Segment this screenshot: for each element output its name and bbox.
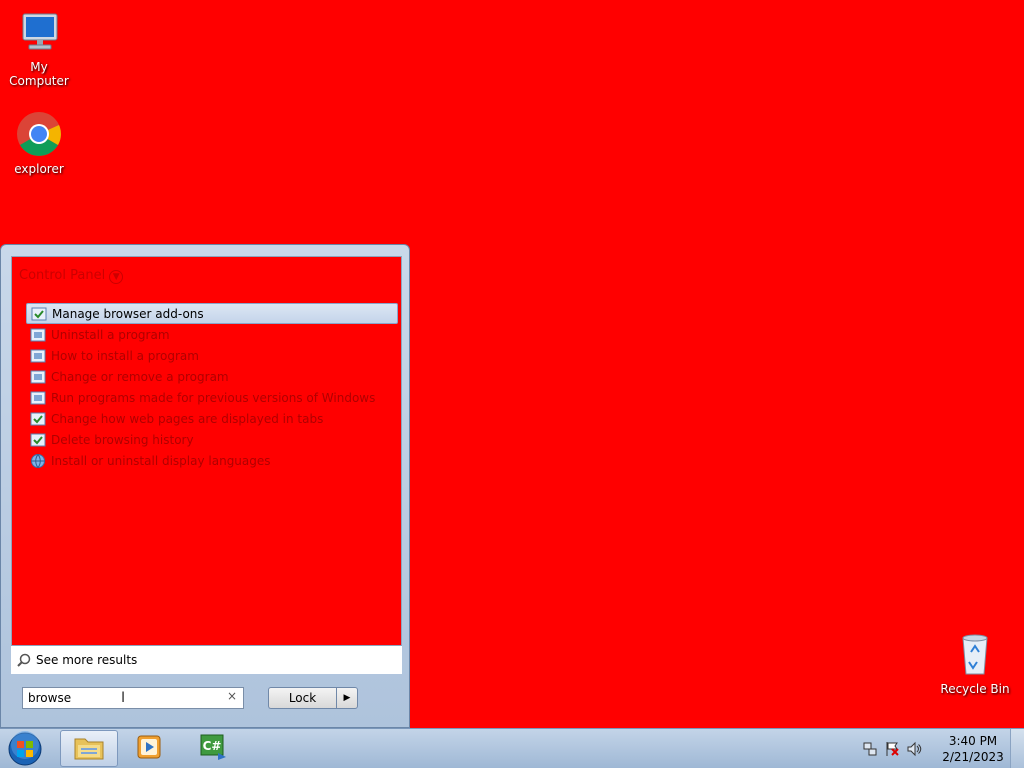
folder-icon [73, 733, 105, 764]
result-label: Change or remove a program [51, 369, 229, 384]
volume-icon[interactable] [906, 741, 922, 757]
csharp-icon: C# [198, 733, 228, 764]
control-panel-icon [30, 411, 46, 427]
taskbar-button-media-player[interactable] [120, 730, 178, 767]
shutdown-options-arrow-button[interactable]: ▶ [336, 687, 358, 709]
chevron-down-icon: ▼ [109, 270, 124, 284]
result-item-uninstall-a-program[interactable]: Uninstall a program [26, 324, 398, 345]
result-item-install-uninstall-display-languages[interactable]: Install or uninstall display languages [26, 450, 398, 471]
control-panel-icon [30, 369, 46, 385]
see-more-results-link[interactable]: See more results [11, 646, 402, 674]
desktop-icon-label: explorer [14, 162, 64, 176]
system-tray [862, 729, 922, 768]
control-panel-icon [30, 390, 46, 406]
desktop-icon-my-computer[interactable]: My Computer [0, 8, 79, 88]
start-menu: Control Panel ▼ Manage browser add-ons Un… [0, 244, 410, 728]
text-cursor-icon: I [121, 690, 126, 706]
result-label: Change how web pages are displayed in ta… [51, 411, 324, 426]
windows-logo-icon [8, 731, 42, 766]
taskbar: C# 3:40 PM 2/21/2023 [0, 728, 1024, 768]
taskbar-button-csharp[interactable]: C# [184, 730, 242, 767]
taskbar-clock[interactable]: 3:40 PM 2/21/2023 [940, 733, 1006, 765]
result-item-change-or-remove-a-program[interactable]: Change or remove a program [26, 366, 398, 387]
start-button[interactable] [6, 731, 44, 767]
result-label: Uninstall a program [51, 327, 170, 342]
search-input-value: browse [28, 691, 72, 705]
lock-button[interactable]: Lock [268, 687, 336, 709]
taskbar-button-windows-explorer[interactable] [60, 730, 118, 767]
see-more-label: See more results [36, 653, 138, 667]
search-icon [17, 653, 31, 667]
computer-icon [15, 8, 63, 56]
control-panel-icon [30, 348, 46, 364]
result-item-delete-browsing-history[interactable]: Delete browsing history [26, 429, 398, 450]
result-label: Manage browser add-ons [52, 306, 204, 321]
globe-icon [30, 453, 46, 469]
result-label: Install or uninstall display languages [51, 453, 271, 468]
search-input[interactable]: browse I × [22, 687, 244, 709]
control-panel-icon [30, 327, 46, 343]
control-panel-icon [30, 432, 46, 448]
result-label: How to install a program [51, 348, 199, 363]
desktop-icon-label: Recycle Bin [940, 682, 1010, 696]
control-panel-icon [31, 306, 47, 322]
show-desktop-button[interactable] [1010, 729, 1024, 768]
result-item-change-how-web-pages-displayed[interactable]: Change how web pages are displayed in ta… [26, 408, 398, 429]
result-label: Run programs made for previous versions … [51, 390, 376, 405]
result-item-run-programs-previous-versions[interactable]: Run programs made for previous versions … [26, 387, 398, 408]
desktop-icon-recycle-bin[interactable]: Recycle Bin [935, 630, 1015, 696]
group-header-label: Control Panel [19, 268, 106, 283]
recycle-bin-icon [951, 630, 999, 678]
clock-date: 2/21/2023 [942, 750, 1004, 764]
result-item-how-to-install-a-program[interactable]: How to install a program [26, 345, 398, 366]
clock-time: 3:40 PM [948, 734, 998, 748]
chrome-icon [15, 110, 63, 158]
result-label: Delete browsing history [51, 432, 194, 447]
clear-search-button[interactable]: × [227, 689, 237, 703]
search-results-pane: Control Panel ▼ Manage browser add-ons Un… [11, 256, 402, 646]
desktop-icon-label: My Computer [9, 60, 69, 88]
desktop-icon-explorer[interactable]: explorer [0, 110, 79, 176]
action-center-flag-icon[interactable] [884, 741, 900, 757]
result-group-header[interactable]: Control Panel ▼ [19, 268, 124, 284]
svg-text:C#: C# [203, 739, 222, 753]
result-item-manage-browser-add-ons[interactable]: Manage browser add-ons [26, 303, 398, 324]
results-list: Manage browser add-ons Uninstall a progr… [26, 303, 398, 471]
network-icon[interactable] [862, 741, 878, 757]
media-player-icon [135, 733, 163, 764]
